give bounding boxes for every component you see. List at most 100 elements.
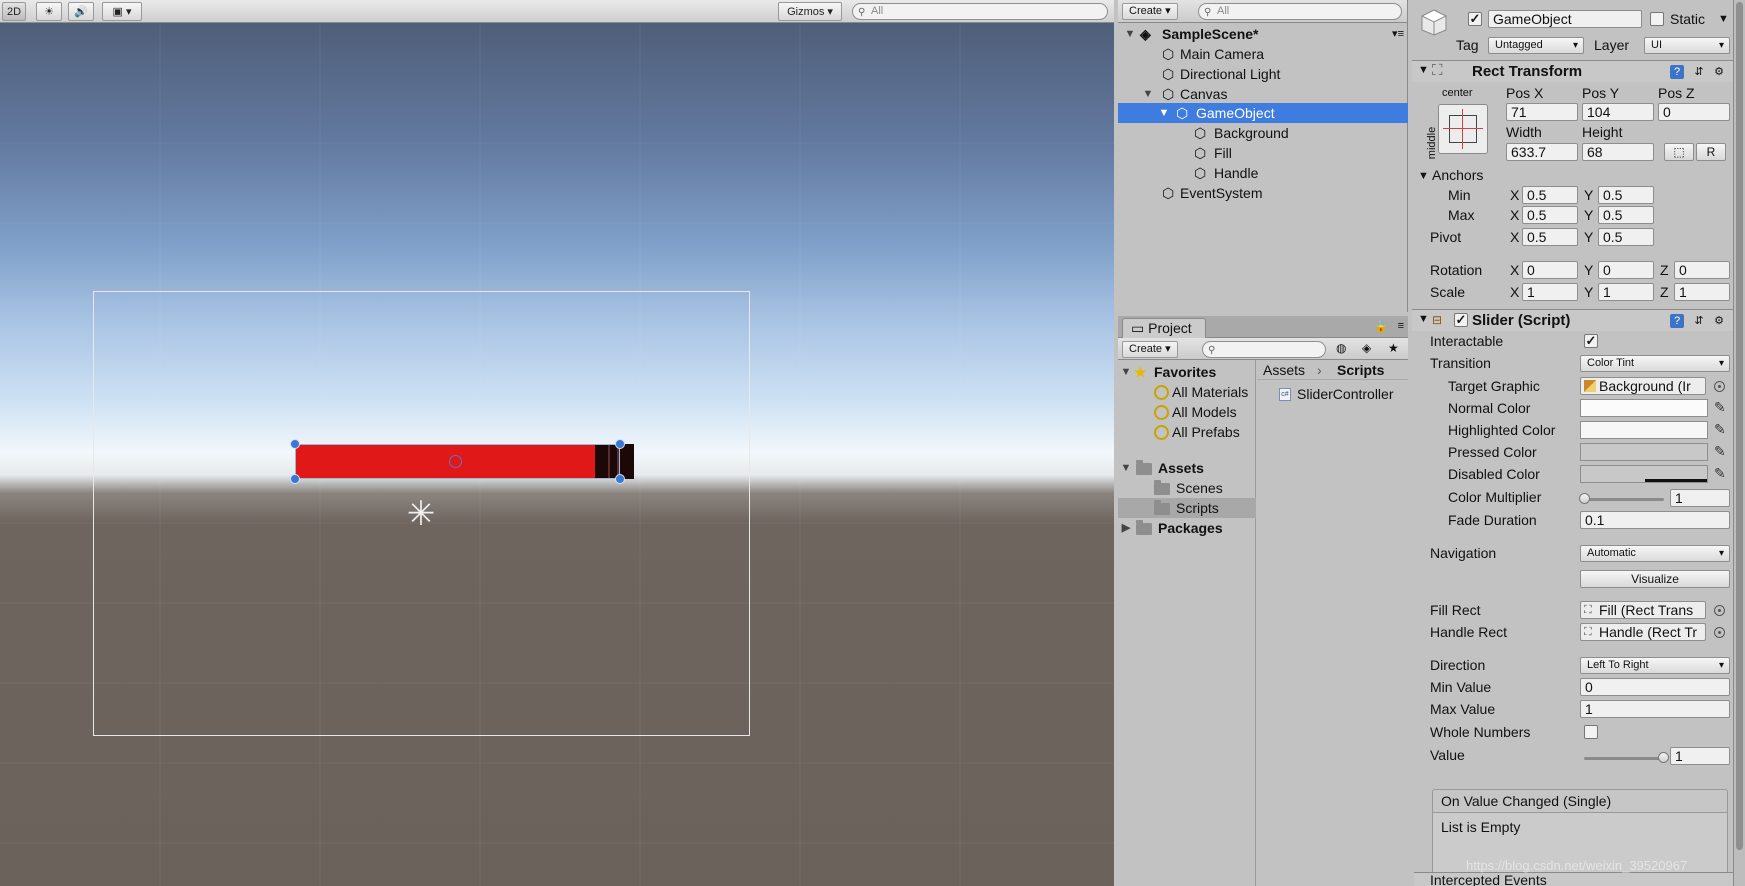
- static-checkbox[interactable]: [1650, 12, 1664, 26]
- target-graphic-field[interactable]: Background (Ir: [1580, 377, 1706, 395]
- min-value-field[interactable]: 0: [1580, 678, 1730, 696]
- object-picker-icon[interactable]: [1714, 605, 1725, 616]
- help-icon[interactable]: ?: [1670, 314, 1684, 328]
- handle-rect-field[interactable]: ⛶ Handle (Rect Tr: [1580, 623, 1706, 641]
- intercepted-events-section[interactable]: Intercepted Events: [1414, 872, 1733, 886]
- filter-by-label-icon[interactable]: ◈: [1362, 341, 1371, 355]
- expand-arrow-icon[interactable]: ▶: [1120, 518, 1132, 538]
- height-field[interactable]: 68: [1582, 143, 1654, 161]
- width-field[interactable]: 633.7: [1506, 143, 1578, 161]
- scene-row[interactable]: ▼ ◈ SampleScene* ▾≡: [1118, 24, 1408, 44]
- lock-icon[interactable]: 🔒: [1374, 320, 1388, 333]
- value-slider[interactable]: [1584, 757, 1664, 760]
- rect-handle-top-left[interactable]: [290, 439, 300, 449]
- favorites-row[interactable]: ▼ ★ Favorites: [1118, 362, 1256, 382]
- panel-menu-icon[interactable]: ≡: [1398, 320, 1404, 332]
- favorite-item[interactable]: All Materials: [1118, 382, 1256, 402]
- 2d-mode-button[interactable]: 2D: [2, 2, 26, 21]
- eyedropper-icon[interactable]: ✎: [1714, 399, 1728, 415]
- effects-dropdown-button[interactable]: ▣ ▾: [102, 2, 142, 21]
- hierarchy-item-eventsystem[interactable]: ⬡ EventSystem: [1118, 183, 1408, 203]
- breadcrumb-root[interactable]: Assets: [1263, 360, 1305, 380]
- assets-row[interactable]: ▼ Assets: [1118, 458, 1256, 478]
- hierarchy-item-handle[interactable]: ⬡ Handle: [1118, 163, 1408, 183]
- eyedropper-icon[interactable]: ✎: [1714, 421, 1728, 437]
- eyedropper-icon[interactable]: ✎: [1714, 443, 1728, 459]
- scene-menu-icon[interactable]: ▾≡: [1392, 24, 1404, 44]
- preset-icon[interactable]: ⇵: [1692, 65, 1706, 79]
- disabled-color-swatch[interactable]: [1580, 465, 1708, 483]
- anchor-min-y-field[interactable]: 0.5: [1598, 186, 1654, 204]
- anchor-max-y-field[interactable]: 0.5: [1598, 206, 1654, 224]
- collapse-arrow-icon[interactable]: ▼: [1124, 24, 1136, 44]
- collapse-arrow-icon[interactable]: ▼: [1418, 313, 1429, 325]
- collapse-arrow-icon[interactable]: ▼: [1418, 170, 1429, 182]
- preset-icon[interactable]: ⇵: [1692, 314, 1706, 328]
- blueprint-mode-button[interactable]: ⬚: [1664, 143, 1694, 161]
- rect-transform-header[interactable]: ▼ ⛶ Rect Transform ? ⇵ ⚙: [1412, 60, 1733, 82]
- slider-component-header[interactable]: ▼ ⊟ ✓ Slider (Script) ? ⇵ ⚙: [1412, 309, 1733, 331]
- scale-x-field[interactable]: 1: [1522, 283, 1578, 301]
- scale-z-field[interactable]: 1: [1674, 283, 1730, 301]
- audio-toggle-button[interactable]: 🔊: [68, 2, 94, 21]
- project-create-button[interactable]: Create ▾: [1122, 341, 1178, 358]
- scene-search-input[interactable]: ⚲ All: [852, 3, 1108, 20]
- hierarchy-item-directional-light[interactable]: ⬡ Directional Light: [1118, 64, 1408, 84]
- static-dropdown-icon[interactable]: ▼: [1718, 10, 1729, 28]
- color-multiplier-slider[interactable]: [1584, 498, 1664, 501]
- inspector-scrollbar-thumb[interactable]: [1736, 2, 1743, 850]
- packages-row[interactable]: ▶ Packages: [1118, 518, 1256, 538]
- highlighted-color-swatch[interactable]: [1580, 421, 1708, 439]
- hierarchy-item-main-camera[interactable]: ⬡ Main Camera: [1118, 44, 1408, 64]
- pos-x-field[interactable]: 71: [1506, 103, 1578, 121]
- whole-numbers-checkbox[interactable]: [1584, 725, 1598, 739]
- hierarchy-search-input[interactable]: ⚲ All: [1198, 3, 1402, 20]
- collapse-arrow-icon[interactable]: ▼: [1158, 103, 1170, 123]
- pos-z-field[interactable]: 0: [1658, 103, 1730, 121]
- rect-handle-top-right[interactable]: [615, 439, 625, 449]
- favorite-item[interactable]: All Prefabs: [1118, 422, 1256, 442]
- visualize-button[interactable]: Visualize: [1580, 570, 1730, 588]
- folder-item-scripts[interactable]: Scripts: [1118, 498, 1256, 518]
- component-enabled-toggle[interactable]: ✓: [1454, 313, 1468, 327]
- rotation-x-field[interactable]: 0: [1522, 261, 1578, 279]
- collapse-arrow-icon[interactable]: ▼: [1120, 362, 1132, 382]
- hierarchy-create-button[interactable]: Create ▾: [1122, 3, 1178, 20]
- breadcrumb-current[interactable]: Scripts: [1337, 360, 1384, 380]
- collapse-arrow-icon[interactable]: ▼: [1142, 84, 1154, 104]
- gear-icon[interactable]: ⚙: [1712, 65, 1726, 79]
- hierarchy-item-background[interactable]: ⬡ Background: [1118, 123, 1408, 143]
- layer-dropdown[interactable]: UI: [1644, 37, 1730, 54]
- gear-icon[interactable]: ⚙: [1712, 314, 1726, 328]
- transition-dropdown[interactable]: Color Tint: [1580, 355, 1730, 372]
- hierarchy-item-fill[interactable]: ⬡ Fill: [1118, 143, 1408, 163]
- hierarchy-item-canvas[interactable]: ▼ ⬡ Canvas: [1118, 84, 1408, 104]
- direction-dropdown[interactable]: Left To Right: [1580, 657, 1730, 674]
- max-value-field[interactable]: 1: [1580, 700, 1730, 718]
- fill-rect-field[interactable]: ⛶ Fill (Rect Trans: [1580, 601, 1706, 619]
- normal-color-swatch[interactable]: [1580, 399, 1708, 417]
- anchor-presets-button[interactable]: [1438, 104, 1488, 154]
- tag-dropdown[interactable]: Untagged: [1488, 37, 1584, 54]
- collapse-arrow-icon[interactable]: ▼: [1418, 64, 1429, 76]
- anchor-min-x-field[interactable]: 0.5: [1522, 186, 1578, 204]
- filter-by-type-icon[interactable]: ◍: [1336, 341, 1346, 355]
- inspector-scrollbar[interactable]: [1733, 0, 1745, 886]
- scale-y-field[interactable]: 1: [1598, 283, 1654, 301]
- color-multiplier-slider-knob[interactable]: [1579, 493, 1590, 504]
- value-field[interactable]: 1: [1670, 747, 1730, 765]
- rect-handle-bottom-left[interactable]: [290, 474, 300, 484]
- object-name-field[interactable]: GameObject: [1488, 10, 1642, 28]
- lighting-toggle-button[interactable]: ☀: [36, 2, 62, 21]
- directional-light-icon[interactable]: ✳: [405, 497, 437, 531]
- object-picker-icon[interactable]: [1714, 627, 1725, 638]
- gizmos-dropdown[interactable]: Gizmos ▾: [778, 2, 842, 21]
- active-toggle[interactable]: ✓: [1468, 12, 1482, 26]
- navigation-dropdown[interactable]: Automatic: [1580, 545, 1730, 562]
- collapse-arrow-icon[interactable]: ▼: [1120, 458, 1132, 478]
- pivot-handle[interactable]: [449, 455, 462, 468]
- raw-edit-button[interactable]: R: [1696, 143, 1726, 161]
- rect-handle-bottom-right[interactable]: [615, 474, 625, 484]
- pivot-x-field[interactable]: 0.5: [1522, 228, 1578, 246]
- favorite-item[interactable]: All Models: [1118, 402, 1256, 422]
